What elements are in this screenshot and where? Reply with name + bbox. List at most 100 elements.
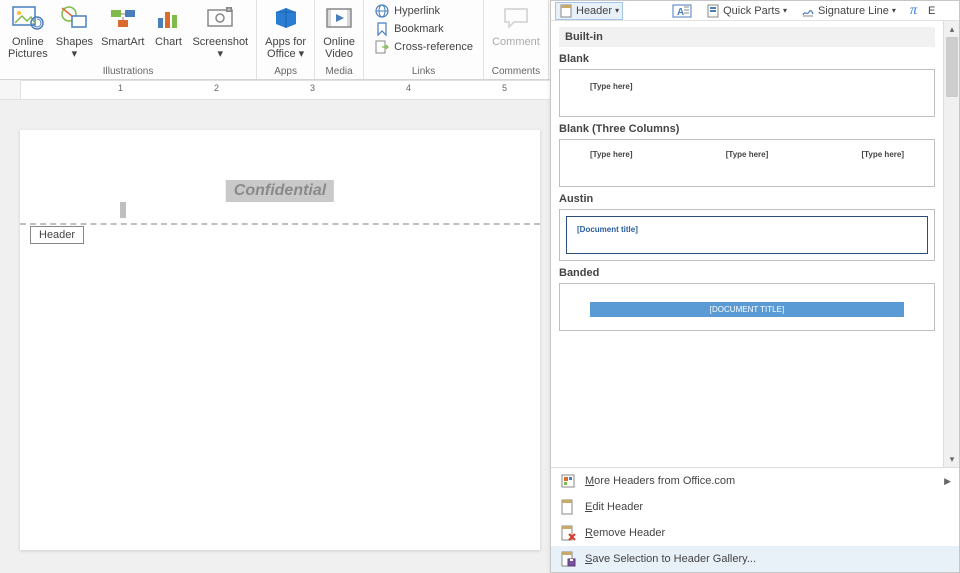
signature-icon — [801, 4, 815, 18]
header-gallery-dropdown: Header ▾ A Quick Parts ▾ Signature Line … — [550, 0, 960, 573]
scroll-down-arrow[interactable]: ▾ — [944, 451, 959, 467]
shapes-button[interactable]: Shapes▾ — [52, 0, 97, 62]
shapes-label: Shapes▾ — [56, 36, 93, 60]
screenshot-button[interactable]: + Screenshot▾ — [188, 0, 252, 62]
gallery-scroll-area: Built-in Blank [Type here] Blank (Three … — [551, 21, 943, 467]
ruler-mark: 2 — [214, 83, 219, 93]
online-pictures-label: Online Pictures — [8, 36, 48, 60]
gallery-item-name: Austin — [559, 193, 935, 205]
gallery-scrollbar[interactable]: ▴ ▾ — [943, 21, 959, 467]
pi-icon: π — [910, 3, 917, 19]
remove-header-icon — [559, 524, 577, 542]
svg-text:A: A — [677, 7, 684, 18]
equation-button[interactable]: π — [907, 2, 920, 20]
thumb-placeholder: [Type here] — [726, 150, 769, 159]
group-label-media: Media — [319, 65, 359, 79]
scroll-up-arrow[interactable]: ▴ — [944, 21, 959, 37]
watermark-text: Confidential — [226, 180, 334, 202]
ribbon-group-links: Hyperlink Bookmark Cross-reference Links — [364, 0, 484, 79]
chart-label: Chart — [155, 36, 182, 48]
chevron-down-icon: ▾ — [615, 6, 619, 15]
edit-header-icon — [559, 498, 577, 516]
smartart-button[interactable]: SmartArt — [97, 0, 148, 50]
group-label-illustrations: Illustrations — [4, 65, 252, 79]
cross-reference-button[interactable]: Cross-reference — [370, 38, 477, 56]
header-section-tag[interactable]: Header — [30, 226, 84, 244]
header-dropdown-label: Header — [576, 5, 612, 17]
remove-header-button[interactable]: Remove Header — [551, 520, 959, 546]
equation-letter: E — [928, 5, 935, 17]
page-header-zone[interactable]: Confidential — [20, 130, 540, 225]
thumb-placeholder: [Type here] — [590, 82, 633, 91]
online-video-button[interactable]: Online Video — [319, 0, 359, 62]
chevron-down-icon: ▾ — [892, 6, 896, 15]
gallery-footer: More Headers from Office.com ▶ Edit Head… — [551, 467, 959, 572]
more-headers-label: More Headers from Office.com — [585, 475, 735, 487]
smartart-icon — [107, 2, 139, 34]
ribbon-group-comments: Comment Comments — [484, 0, 549, 79]
signature-line-button[interactable]: Signature Line ▾ — [798, 3, 899, 19]
quick-parts-button[interactable]: Quick Parts ▾ — [703, 3, 790, 19]
apps-for-office-icon — [270, 2, 302, 34]
gallery-item-blank[interactable]: [Type here] — [559, 69, 935, 117]
comment-button[interactable]: Comment — [488, 0, 544, 50]
text-cursor — [120, 202, 126, 218]
quick-parts-label: Quick Parts — [723, 5, 780, 17]
chevron-down-icon: ▾ — [783, 6, 787, 15]
hyperlink-label: Hyperlink — [394, 5, 440, 17]
smartart-label: SmartArt — [101, 36, 144, 48]
shapes-icon — [58, 2, 90, 34]
document-page[interactable]: Confidential Header — [20, 130, 540, 550]
bookmark-icon — [374, 21, 390, 37]
header-page-icon — [559, 4, 573, 18]
quick-parts-icon — [706, 4, 720, 18]
scroll-thumb[interactable] — [946, 37, 958, 97]
ribbon-group-media: Online Video Media — [315, 0, 364, 79]
screenshot-label: Screenshot▾ — [192, 36, 248, 60]
signature-line-label: Signature Line — [818, 5, 889, 17]
gallery-item-banded[interactable]: [DOCUMENT TITLE] — [559, 283, 935, 331]
gallery-item-name: Blank — [559, 53, 935, 65]
comment-label: Comment — [492, 36, 540, 48]
save-selection-button[interactable]: Save Selection to Header Gallery... — [551, 546, 959, 572]
ribbon-group-illustrations: Online Pictures Shapes▾ SmartArt Chart — [0, 0, 257, 79]
gallery-top-strip: Header ▾ A Quick Parts ▾ Signature Line … — [551, 1, 959, 21]
online-video-label: Online Video — [323, 36, 355, 60]
thumb-placeholder: [Type here] — [590, 150, 633, 159]
ruler-mark: 5 — [502, 83, 507, 93]
thumb-placeholder: [Document title] — [577, 225, 638, 234]
bookmark-button[interactable]: Bookmark — [370, 20, 448, 38]
text-box-small-button[interactable]: A — [669, 3, 695, 19]
gallery-item-name: Banded — [559, 267, 935, 279]
hyperlink-button[interactable]: Hyperlink — [370, 2, 444, 20]
group-label-apps: Apps — [261, 65, 310, 79]
ruler-mark: 3 — [310, 83, 315, 93]
gallery-item-austin[interactable]: [Document title] — [559, 209, 935, 261]
bookmark-label: Bookmark — [394, 23, 444, 35]
thumb-placeholder: [Type here] — [861, 150, 904, 159]
save-gallery-icon — [559, 550, 577, 568]
apps-for-office-label: Apps for Office ▾ — [265, 36, 306, 60]
remove-header-label: Remove Header — [585, 527, 665, 539]
header-dropdown-button[interactable]: Header ▾ — [555, 2, 623, 20]
gallery-item-blank-three-columns[interactable]: [Type here] [Type here] [Type here] — [559, 139, 935, 187]
chart-button[interactable]: Chart — [148, 0, 188, 50]
group-label-comments: Comments — [488, 65, 544, 79]
chart-icon — [152, 2, 184, 34]
online-video-icon — [323, 2, 355, 34]
ribbon-group-apps: Apps for Office ▾ Apps — [257, 0, 315, 79]
online-pictures-icon — [12, 2, 44, 34]
office-com-icon — [559, 472, 577, 490]
group-label-links: Links — [368, 65, 479, 79]
chevron-right-icon: ▶ — [944, 476, 951, 487]
cross-reference-icon — [374, 39, 390, 55]
online-pictures-button[interactable]: Online Pictures — [4, 0, 52, 62]
comment-icon — [500, 2, 532, 34]
ruler-mark: 4 — [406, 83, 411, 93]
thumb-placeholder: [DOCUMENT TITLE] — [590, 302, 904, 317]
hyperlink-icon — [374, 3, 390, 19]
more-headers-button[interactable]: More Headers from Office.com ▶ — [551, 468, 959, 494]
apps-for-office-button[interactable]: Apps for Office ▾ — [261, 0, 310, 62]
edit-header-button[interactable]: Edit Header — [551, 494, 959, 520]
save-selection-label: Save Selection to Header Gallery... — [585, 553, 756, 565]
